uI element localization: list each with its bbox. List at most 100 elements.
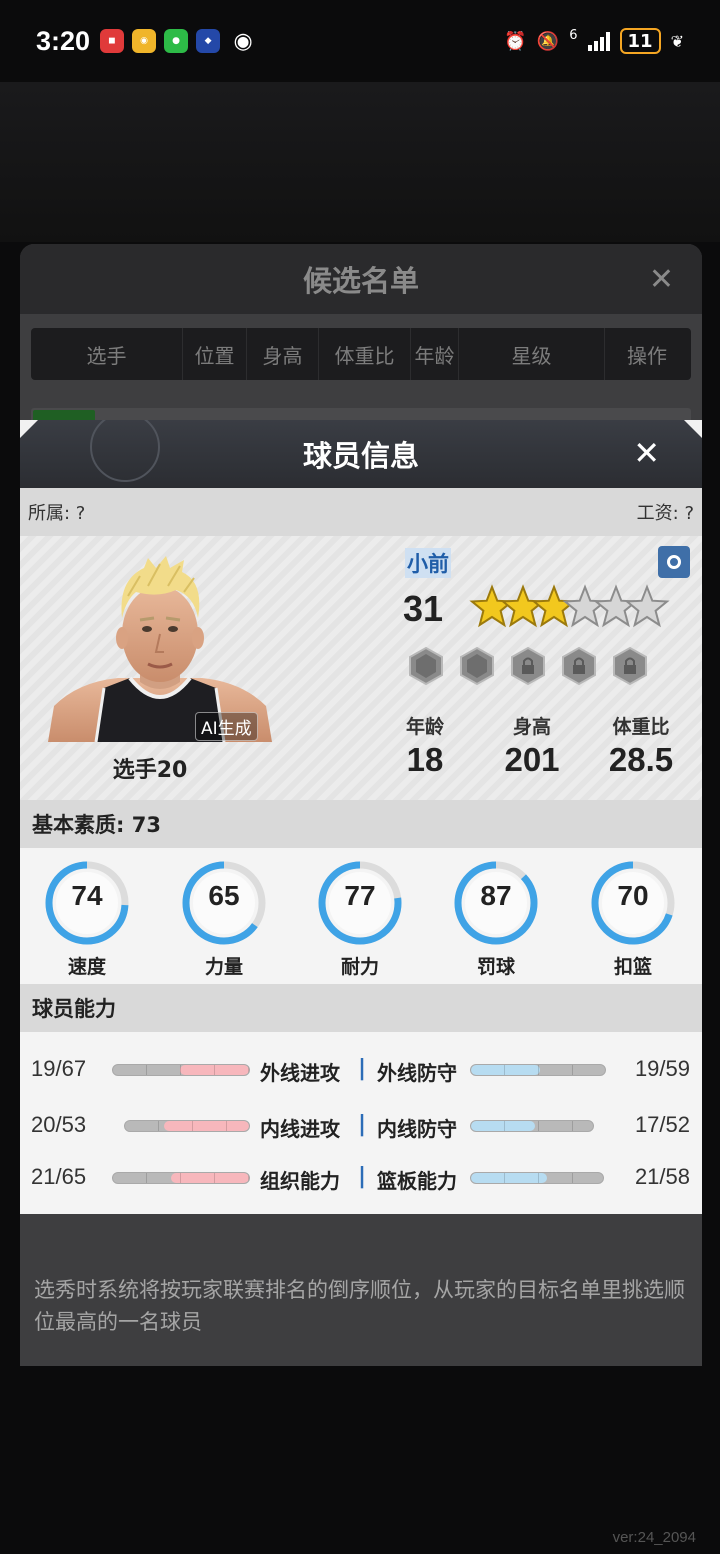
- skill-badges: [408, 646, 648, 686]
- bio-age: 年龄 18: [390, 712, 460, 779]
- attribute-label: 耐力: [340, 956, 379, 978]
- attribute-label: 力量: [204, 956, 243, 978]
- ability-left-label: 组织能力: [260, 1169, 340, 1193]
- ability-separator: |: [358, 1056, 367, 1081]
- ability-left-label: 内线进攻: [260, 1117, 340, 1141]
- ability-right-label: 内线防守: [377, 1117, 457, 1141]
- attribute-value: 74: [71, 880, 103, 911]
- overall-rating: 31: [403, 588, 444, 629]
- battery-level: 11: [627, 30, 653, 52]
- attribute-value: 70: [617, 880, 649, 911]
- ability-left-bar-ticks: [113, 1173, 249, 1183]
- basic-quality-header: 基本素质: 73: [20, 800, 702, 848]
- ability-row: 20/53 内线进攻 | 内线防守 17/52: [20, 1106, 702, 1146]
- ability-left-bar-ticks: [125, 1121, 249, 1131]
- app-icon: ◆: [196, 29, 221, 53]
- badge-locked-icon: [613, 646, 647, 686]
- bio-height-value: 201: [504, 741, 560, 778]
- player-profile: AI生成 选手20 小前 31 年龄 18 身高 201 体重比 28.5: [20, 536, 702, 800]
- player-info-dialog: 球员信息 ✕ 所属: ? 工资: ? AI生成 选手20 小前 31 年龄 18…: [20, 420, 702, 1214]
- notification-icons: ◼ ◉ ● ◆ ◉: [100, 29, 258, 54]
- mute-icon: 🔕: [536, 30, 560, 52]
- attribute-ring: 70 扣篮: [588, 858, 678, 979]
- bio-age-label: 年龄: [405, 716, 444, 738]
- ability-right-label: 篮板能力: [377, 1169, 457, 1193]
- ability-left-bar: [112, 1064, 250, 1076]
- salary-label: 工资: ?: [636, 503, 694, 524]
- ability-left-value: 20/53: [31, 1112, 87, 1137]
- column-age: 年龄: [411, 328, 459, 380]
- ability-right-bar: [470, 1064, 606, 1076]
- badge-locked-icon: [562, 646, 596, 686]
- column-position: 位置: [183, 328, 247, 380]
- column-action: 操作: [627, 343, 667, 368]
- ability-right-bar-ticks: [471, 1065, 605, 1075]
- ability-right-label: 外线防守: [377, 1061, 457, 1085]
- version-label: ver:24_2094: [612, 1529, 696, 1546]
- background-dimmed-area: [0, 82, 720, 242]
- ability-left-value: 19/67: [31, 1056, 87, 1081]
- ability-row: 21/65 组织能力 | 篮板能力 21/58: [20, 1158, 702, 1198]
- badge-empty-icon: [460, 646, 494, 686]
- attribute-ring: 77 耐力: [315, 858, 405, 979]
- basic-quality-label: 基本素质: 73: [32, 813, 161, 837]
- star-rating: [469, 584, 670, 628]
- ability-left-bar: [124, 1120, 250, 1132]
- dialog-title: 球员信息: [302, 439, 419, 473]
- affiliation-label: 所属: ?: [28, 503, 86, 524]
- bio-age-value: 18: [406, 741, 444, 778]
- star-empty-icon: [624, 584, 670, 628]
- badge-empty-icon: [409, 646, 443, 686]
- ability-right-bar: [470, 1120, 594, 1132]
- ability-right-bar: [470, 1172, 604, 1184]
- attribute-label: 罚球: [476, 956, 515, 978]
- candidate-list-title: 候选名单: [302, 264, 419, 298]
- bio-height: 身高 201: [490, 712, 574, 779]
- ability-separator: |: [358, 1164, 367, 1189]
- ability-left-bar: [112, 1172, 250, 1184]
- attribute-value: 77: [344, 880, 376, 911]
- position-tag: 小前: [405, 548, 451, 578]
- weibo-icon: ◉: [132, 29, 157, 53]
- abilities-header: 球员能力: [20, 984, 702, 1032]
- search-button[interactable]: [658, 546, 690, 578]
- ability-list: 19/67 外线进攻 | 外线防守 19/59 20/53 内线进攻 | 内线防守 17/52 21…: [20, 1032, 702, 1214]
- candidate-list-header: 候选名单 ✕: [20, 244, 702, 314]
- abilities-title: 球员能力: [32, 997, 116, 1021]
- attribute-ring: 87 罚球: [451, 858, 541, 979]
- column-player: 选手: [31, 328, 183, 380]
- ai-generated-tag: AI生成: [195, 712, 258, 741]
- basketball-decoration: [90, 420, 160, 482]
- candidate-table-header: 选手 位置 身高 体重比 年龄 星级 操作: [31, 328, 691, 380]
- battery-indicator: 11: [619, 28, 661, 54]
- bio-weight-ratio: 体重比 28.5: [596, 712, 686, 779]
- ability-right-value: 17/52: [634, 1112, 690, 1137]
- draft-rule-note: 选秀时系统将按玩家联赛排名的倒序顺位，从玩家的目标名单里挑选顺位最高的一名球员: [34, 1278, 685, 1334]
- ability-right-bar-ticks: [471, 1121, 593, 1131]
- star-filled-icon: [500, 584, 546, 628]
- ability-separator: |: [358, 1112, 367, 1137]
- ability-left-value: 21/65: [31, 1164, 87, 1189]
- star-filled-icon: [531, 584, 577, 628]
- status-time: 3:20: [36, 25, 91, 56]
- dialog-close-icon[interactable]: ✕: [633, 434, 660, 472]
- attribute-ring: 74 速度: [42, 858, 132, 979]
- attribute-rings: 74 速度 65 力量 77 耐力 87 罚球 70 扣篮: [20, 848, 702, 984]
- alarm-icon: ⏰: [504, 30, 527, 52]
- star-empty-icon: [593, 584, 639, 628]
- ability-right-bar-ticks: [471, 1173, 603, 1183]
- huawei-icon: ◼: [100, 29, 125, 53]
- attribute-label: 扣篮: [613, 956, 652, 978]
- attribute-value: 65: [208, 880, 240, 911]
- ability-row: 19/67 外线进攻 | 外线防守 19/59: [20, 1050, 702, 1090]
- ability-left-bar-ticks: [113, 1065, 249, 1075]
- candidate-list-close-icon[interactable]: ✕: [649, 262, 674, 297]
- status-bar: 3:20 ◼ ◉ ● ◆ ◉ ⏰ 🔕 6 11 ❦: [0, 0, 720, 82]
- search-icon: [667, 555, 681, 569]
- bio-height-label: 身高: [512, 716, 551, 738]
- bio-weight-ratio-label: 体重比: [612, 716, 670, 738]
- attribute-label: 速度: [67, 956, 106, 978]
- affiliation-row: 所属: ? 工资: ?: [20, 488, 702, 536]
- ability-right-value: 19/59: [634, 1056, 690, 1081]
- wifi-icon: 6: [569, 27, 578, 43]
